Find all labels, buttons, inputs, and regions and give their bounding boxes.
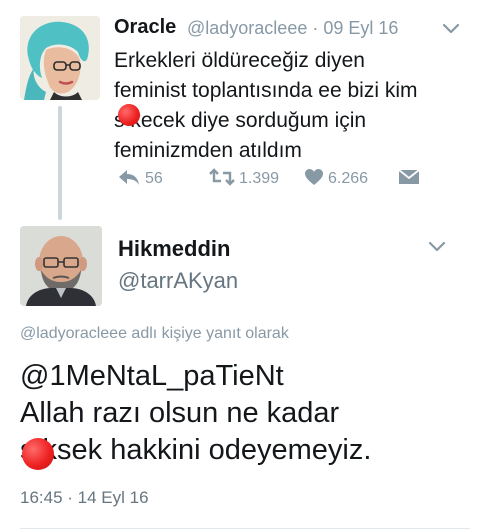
tweet2-display-name[interactable]: Hikmeddin: [118, 236, 230, 262]
envelope-icon: [398, 168, 420, 191]
reply-to-handle-link[interactable]: @ladyoracleee: [20, 325, 127, 342]
retweet-button[interactable]: 1.399: [209, 167, 280, 191]
tweet1-text-line: s kecek diye sorduğum için: [114, 109, 367, 132]
tweet1-action-bar: 56 1.399 6.266: [0, 167, 480, 191]
tweet1-display-name[interactable]: Oracle: [114, 16, 176, 39]
tweet2-timestamp[interactable]: 16:45 · 14 Eyl 16: [20, 488, 149, 508]
reply-count: 56: [145, 170, 163, 187]
tweet2-text-line: Allah razı olsun ne kadar: [20, 397, 340, 429]
reply-context: @ladyoracleee adlı kişiye yanıt olarak: [20, 325, 289, 343]
divider: [20, 528, 470, 529]
reply-button[interactable]: 56: [117, 168, 163, 190]
reply-icon: [117, 168, 141, 191]
retweet-icon: [209, 167, 235, 191]
tweet2-text: @1MeNtaL_paTieNt Allah razı olsun ne kad…: [20, 358, 470, 469]
tweet1-text-line: feminist toplantısında ee bizi kim: [114, 79, 418, 102]
oracle-avatar[interactable]: [20, 16, 100, 100]
chevron-down-icon[interactable]: [428, 240, 446, 252]
tweet2-text-line: @1MeNtaL_paTieNt: [20, 360, 284, 392]
direct-message-button[interactable]: [398, 168, 420, 190]
reply-context-label: adlı kişiye yanıt olarak: [131, 325, 289, 342]
thread-connector-line: [58, 106, 62, 220]
tweet2-handle[interactable]: @tarrAKyan: [118, 268, 238, 294]
tweet1-handle[interactable]: @ladyoracleee: [187, 18, 307, 38]
redaction-dot: [118, 104, 140, 126]
tweet1-text-line: feminizmden atıldım: [114, 139, 302, 162]
like-count: 6.266: [328, 170, 369, 187]
tweet1-text: Erkekleri öldüreceğiz diyen feminist top…: [114, 46, 464, 166]
chevron-down-icon[interactable]: [442, 22, 460, 34]
heart-icon: [304, 168, 324, 191]
redaction-dot: [22, 438, 54, 470]
tweet2-text-line: s ksek hakkini odeyemeyiz.: [20, 434, 372, 466]
retweet-count: 1.399: [239, 170, 280, 187]
tweet1-date[interactable]: · 09 Eyl 16: [312, 18, 398, 38]
tweet1-handle-and-date[interactable]: @ladyoracleee · 09 Eyl 16: [187, 18, 398, 39]
hikmeddin-avatar[interactable]: [20, 226, 102, 306]
like-button[interactable]: 6.266: [304, 168, 368, 190]
tweet1-text-line: Erkekleri öldüreceğiz diyen: [114, 49, 365, 72]
